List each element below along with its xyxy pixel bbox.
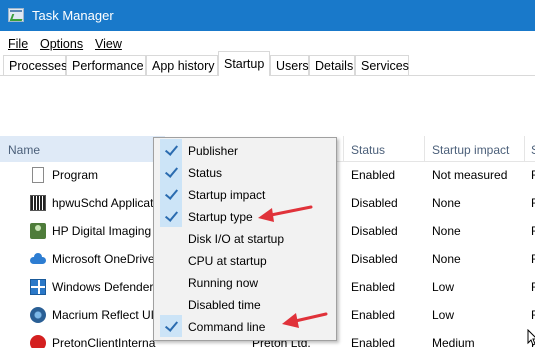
- menu-item-label: Command line: [188, 320, 266, 334]
- checkmark-icon: [160, 205, 182, 227]
- menu-options-label: Options: [40, 37, 84, 51]
- row-status: Enabled: [351, 336, 396, 348]
- task-manager-icon: [8, 8, 24, 22]
- menu-item-startup-type[interactable]: Startup type: [154, 205, 336, 227]
- menu-item-cpu-at-startup[interactable]: CPU at startup: [154, 249, 336, 271]
- row-extra: F: [531, 196, 535, 210]
- checkmark-icon: [160, 161, 182, 183]
- header-divider[interactable]: [343, 136, 344, 162]
- menu-item-disk-io[interactable]: Disk I/O at startup: [154, 227, 336, 249]
- checkbox-empty: [160, 249, 182, 271]
- header-status[interactable]: Status: [351, 143, 385, 157]
- menu-item-command-line[interactable]: Command line: [154, 315, 336, 337]
- task-manager-window: Task Manager File Options View Processes…: [0, 0, 535, 348]
- row-extra: F: [531, 308, 535, 322]
- preton-icon: [30, 335, 46, 348]
- windows-defender-icon: [30, 279, 46, 295]
- menu-item-publisher[interactable]: Publisher: [154, 139, 336, 161]
- header-partial[interactable]: S: [531, 143, 535, 157]
- menu-item-label: Running now: [188, 276, 259, 290]
- header-divider[interactable]: [424, 136, 425, 162]
- header-startup-impact[interactable]: Startup impact: [432, 143, 509, 157]
- row-name: hpwuSchd Applicat: [52, 196, 154, 210]
- menu-item-label: Startup type: [188, 210, 253, 224]
- row-impact: Medium: [432, 336, 475, 348]
- menu-view-label: View: [95, 37, 122, 51]
- column-context-menu: Publisher Status Startup impact Startup …: [153, 137, 337, 341]
- mouse-cursor-icon: [527, 329, 535, 346]
- header-name[interactable]: Name: [8, 143, 40, 157]
- menu-item-label: CPU at startup: [188, 254, 267, 268]
- blank-document-icon: [32, 167, 44, 183]
- row-extra: F: [531, 168, 535, 182]
- row-status: Disabled: [351, 252, 398, 266]
- checkmark-icon: [160, 139, 182, 161]
- checkbox-empty: [160, 227, 182, 249]
- row-impact: Low: [432, 280, 455, 294]
- menu-item-label: Startup impact: [188, 188, 266, 202]
- tab-users[interactable]: Users: [270, 55, 309, 75]
- title-bar: Task Manager: [0, 0, 535, 31]
- menu-item-running-now[interactable]: Running now: [154, 271, 336, 293]
- checkmark-icon: [160, 183, 182, 205]
- row-extra: F: [531, 224, 535, 238]
- tab-performance[interactable]: Performance: [66, 55, 146, 75]
- row-name: Microsoft OneDrive: [52, 252, 155, 266]
- row-status: Enabled: [351, 280, 396, 294]
- row-status: Disabled: [351, 196, 398, 210]
- menu-item-label: Disabled time: [188, 298, 261, 312]
- menu-item-status[interactable]: Status: [154, 161, 336, 183]
- tab-services[interactable]: Services: [355, 55, 409, 75]
- row-name: HP Digital Imaging: [52, 224, 152, 238]
- row-impact: Not measured: [432, 168, 508, 182]
- hp-imaging-icon: [30, 223, 46, 239]
- row-status: Enabled: [351, 168, 396, 182]
- row-status: Enabled: [351, 308, 396, 322]
- menu-item-startup-impact[interactable]: Startup impact: [154, 183, 336, 205]
- menu-file-label: File: [8, 37, 29, 51]
- row-impact: None: [432, 224, 461, 238]
- menu-item-label: Publisher: [188, 144, 239, 158]
- row-name: Macrium Reflect UI: [52, 308, 155, 322]
- row-name: Program: [52, 168, 99, 182]
- tab-startup[interactable]: Startup: [218, 51, 270, 76]
- row-impact: None: [432, 196, 461, 210]
- macrium-reflect-icon: [30, 307, 46, 323]
- menu-item-disabled-time[interactable]: Disabled time: [154, 293, 336, 315]
- onedrive-cloud-icon: [30, 251, 46, 267]
- checkmark-icon: [160, 315, 182, 337]
- barcode-app-icon: [30, 195, 46, 211]
- row-status: Disabled: [351, 224, 398, 238]
- checkbox-empty: [160, 271, 182, 293]
- checkbox-empty: [160, 293, 182, 315]
- header-divider[interactable]: [524, 136, 525, 162]
- row-impact: None: [432, 252, 461, 266]
- row-name: Windows Defender: [52, 280, 154, 294]
- tab-bar: Processes Performance App history Startu…: [0, 51, 535, 76]
- tab-details[interactable]: Details: [309, 55, 355, 75]
- tab-processes[interactable]: Processes: [3, 55, 67, 75]
- row-extra: F: [531, 280, 535, 294]
- menu-bar: File Options View: [0, 31, 535, 51]
- window-title: Task Manager: [32, 8, 114, 23]
- row-extra: F: [531, 252, 535, 266]
- tab-app-history[interactable]: App history: [146, 55, 218, 75]
- row-impact: Low: [432, 308, 455, 322]
- menu-item-label: Status: [188, 166, 223, 180]
- menu-item-label: Disk I/O at startup: [188, 232, 285, 246]
- row-name: PretonClientInternal: [52, 336, 156, 348]
